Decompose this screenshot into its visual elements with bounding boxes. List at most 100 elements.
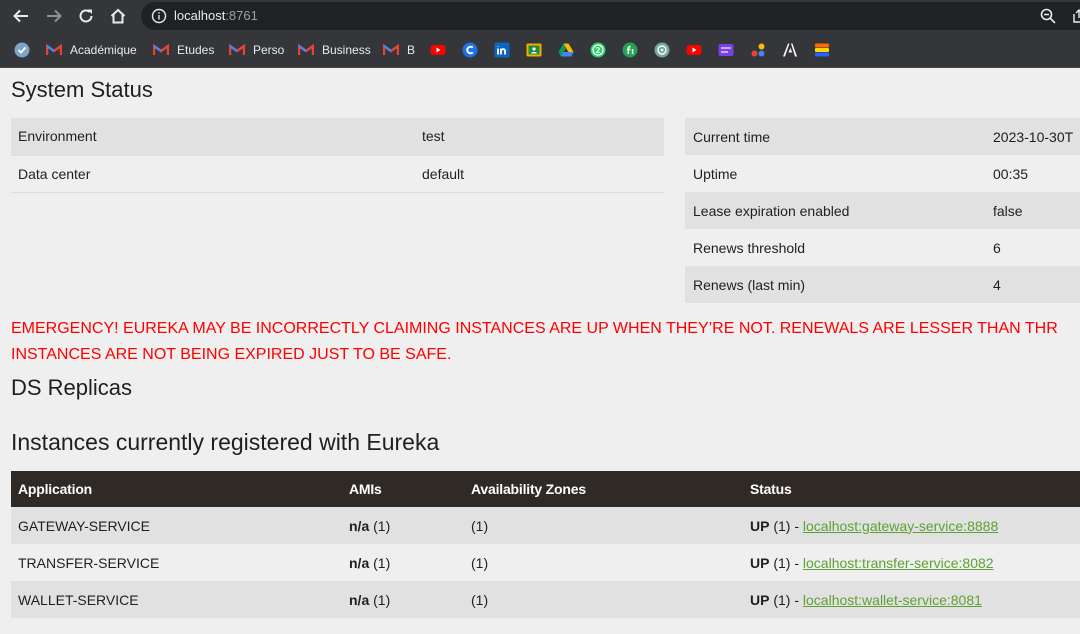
google-drive-icon — [558, 43, 574, 57]
status-value: false — [985, 192, 1080, 229]
bookmark-c[interactable] — [462, 41, 478, 59]
column-header-status: Status — [743, 471, 1080, 507]
purple-app-icon — [718, 44, 734, 56]
bookmark-drive[interactable] — [558, 41, 574, 59]
classroom-icon — [526, 43, 542, 57]
arrow-left-icon — [13, 9, 28, 23]
status-value: 2023-10-30T — [985, 118, 1080, 155]
table-row: Uptime 00:35 — [685, 155, 1080, 192]
fi-logo-icon — [622, 42, 638, 58]
url-port: :8761 — [225, 8, 258, 23]
bookmark-fi[interactable] — [622, 41, 638, 59]
adobe-icon — [783, 43, 797, 57]
system-status-left-table: Environment test Data center default — [11, 118, 664, 193]
status-cell: UP (1) - localhost:transfer-service:8082 — [743, 544, 1080, 581]
bookmark-label: Business — [322, 43, 371, 57]
instances-title: Instances currently registered with Eure… — [11, 429, 440, 455]
table-row: Data center default — [11, 155, 664, 193]
bookmark-dots-app[interactable] — [750, 41, 766, 59]
table-row: GATEWAY-SERVICE n/a (1) (1) UP (1) - loc… — [11, 507, 1080, 544]
bookmark-b[interactable]: B — [383, 41, 415, 59]
table-row: Renews (last min) 4 — [685, 266, 1080, 303]
gmail-icon — [46, 43, 62, 55]
bookmark-linkedin[interactable] — [494, 41, 510, 59]
application-name: TRANSFER-SERVICE — [18, 554, 160, 571]
bookmark-classroom[interactable] — [526, 41, 542, 59]
reload-button[interactable] — [74, 4, 98, 28]
ami-count: (1) — [373, 554, 391, 571]
bookmark-business[interactable]: Business — [298, 41, 371, 59]
status-count: (1) - — [773, 591, 800, 608]
table-header-row: Application AMIs Availability Zones Stat… — [11, 471, 1080, 507]
status-cell: UP (1) - localhost:wallet-service:8081 — [743, 581, 1080, 618]
svg-text:2: 2 — [595, 46, 600, 55]
system-status-right-table: Current time 2023-10-30T Uptime 00:35 Le… — [685, 118, 1080, 303]
bookmarks-bar: Académique Etudes Perso Business B 2 — [0, 32, 1080, 68]
column-header-zones: Availability Zones — [464, 471, 743, 507]
ami-cell: n/a (1) — [342, 507, 464, 544]
arrow-right-icon — [47, 9, 62, 23]
address-bar[interactable]: localhost:8761 — [141, 2, 1080, 30]
chatgpt-icon — [654, 42, 670, 58]
home-button[interactable] — [106, 4, 130, 28]
status-label: Environment — [11, 118, 415, 156]
zoom-icon[interactable] — [1039, 7, 1057, 25]
bookmark-apps[interactable] — [14, 41, 30, 59]
application-name: WALLET-SERVICE — [11, 581, 342, 618]
gmail-icon — [298, 43, 314, 55]
back-button[interactable] — [9, 4, 33, 28]
application-name: GATEWAY-SERVICE — [11, 507, 342, 544]
bookmark-chatgpt[interactable] — [654, 41, 670, 59]
table-row: Current time 2023-10-30T — [685, 118, 1080, 155]
status-label: Data center — [11, 155, 415, 193]
gmail-icon — [383, 43, 399, 55]
url-host: localhost — [174, 8, 226, 23]
forward-button[interactable] — [42, 4, 66, 28]
bookmark-label: Académique — [70, 43, 137, 57]
eureka-dashboard: System Status Environment test Data cent… — [0, 68, 1080, 634]
emergency-warning: EMERGENCY! EUREKA MAY BE INCORRECTLY CLA… — [11, 316, 1080, 368]
status-value: 4 — [985, 266, 1080, 303]
status-label: Current time — [685, 118, 985, 155]
status-label: Uptime — [693, 165, 738, 182]
ami-value: n/a — [349, 591, 370, 608]
system-status-title: System Status — [11, 77, 153, 102]
share-icon[interactable] — [1071, 8, 1080, 24]
ami-count: (1) — [373, 591, 391, 608]
bookmark-youtube[interactable] — [430, 41, 446, 59]
zones-value: (1) — [471, 554, 489, 571]
bookmark-adobe[interactable] — [782, 41, 798, 59]
instance-link[interactable]: localhost:transfer-service:8082 — [803, 555, 994, 571]
bookmark-label: Etudes — [177, 43, 215, 57]
ami-cell: n/a (1) — [342, 544, 464, 581]
ami-value: n/a — [349, 554, 370, 571]
zones-value: (1) — [464, 507, 743, 544]
emergency-line-2: INSTANCES ARE NOT BEING EXPIRED JUST TO … — [11, 346, 452, 363]
ds-replicas-title: DS Replicas — [11, 375, 133, 400]
check-shield-icon — [14, 42, 30, 58]
colorful-dots-icon — [751, 43, 765, 57]
linkedin-icon — [494, 42, 510, 58]
ami-count: (1) — [373, 517, 391, 534]
status-value: test — [415, 118, 664, 156]
column-header-amis: AMIs — [342, 471, 464, 507]
status-count: (1) - — [773, 554, 800, 571]
instance-link[interactable]: localhost:wallet-service:8081 — [803, 592, 982, 608]
c-logo-icon — [462, 42, 478, 58]
instance-link[interactable]: localhost:gateway-service:8888 — [803, 518, 998, 534]
table-row: Environment test — [11, 118, 664, 156]
bookmark-whatsapp[interactable]: 2 — [590, 41, 606, 59]
bookmark-stack-app[interactable] — [814, 41, 830, 59]
bookmark-perso[interactable]: Perso — [229, 41, 284, 59]
bookmark-academique[interactable]: Académique — [46, 41, 137, 59]
bookmark-purple-app[interactable] — [718, 41, 734, 59]
bookmark-label: Perso — [253, 43, 285, 57]
bookmark-etudes[interactable]: Etudes — [153, 41, 214, 59]
table-row: WALLET-SERVICE n/a (1) (1) UP (1) - loca… — [11, 581, 1080, 618]
bookmark-youtube-2[interactable] — [686, 41, 702, 59]
info-icon[interactable] — [151, 8, 167, 24]
status-label: Renews (last min) — [685, 266, 985, 303]
status-label: Lease expiration enabled — [685, 192, 985, 229]
status-cell: UP (1) - localhost:gateway-service:8888 — [743, 507, 1080, 544]
gmail-icon — [229, 43, 245, 55]
